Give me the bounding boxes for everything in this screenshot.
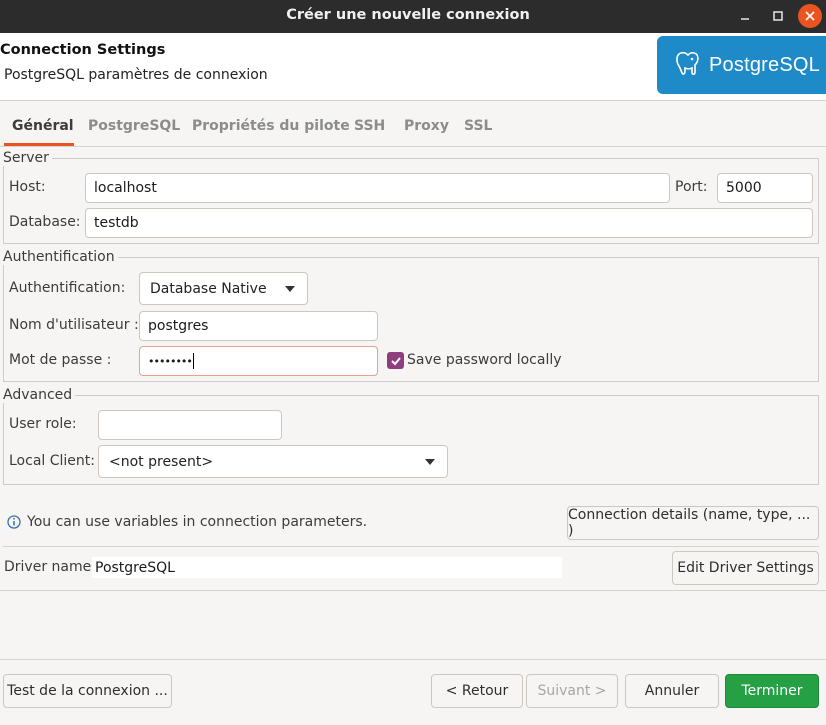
driver-name-field: PostgreSQL <box>92 557 562 578</box>
back-button[interactable]: < Retour <box>431 674 523 708</box>
text-caret <box>192 353 194 369</box>
tab-ssh[interactable]: SSH <box>354 118 385 134</box>
tab-proxy[interactable]: Proxy <box>404 118 449 134</box>
local-client-label: Local Client: <box>9 453 95 469</box>
info-icon <box>7 515 21 533</box>
tab-divider <box>0 146 826 147</box>
logo-text: PostgreSQL <box>709 53 820 76</box>
user-role-input[interactable] <box>98 410 282 440</box>
user-role-label: User role: <box>9 416 77 432</box>
database-label: Database: <box>9 214 81 230</box>
password-input[interactable]: •••••••• <box>139 346 378 376</box>
port-label: Port: <box>675 179 708 195</box>
advanced-group-label: Advanced <box>3 387 76 403</box>
next-button[interactable]: Suivant > <box>526 674 618 708</box>
connection-details-button[interactable]: Connection details (name, type, ... ) <box>567 506 819 540</box>
username-input[interactable]: postgres <box>139 311 378 341</box>
tab-postgresql[interactable]: PostgreSQL <box>88 118 180 134</box>
postgresql-elephant-icon <box>673 48 703 82</box>
password-value: •••••••• <box>148 354 193 368</box>
cancel-button[interactable]: Annuler <box>625 674 719 708</box>
database-input[interactable]: testdb <box>85 208 813 238</box>
close-icon[interactable] <box>798 4 822 28</box>
port-input[interactable]: 5000 <box>717 173 813 203</box>
username-label: Nom d'utilisateur : <box>9 317 139 333</box>
tab-driver-properties[interactable]: Propriétés du pilote <box>192 118 350 134</box>
dropdown-arrow-icon <box>285 285 295 292</box>
postgresql-logo: PostgreSQL <box>657 36 826 94</box>
section-divider <box>3 546 819 547</box>
footer-divider <box>0 659 826 660</box>
header-title: Connection Settings <box>0 42 166 58</box>
save-password-checkbox[interactable] <box>387 352 404 369</box>
maximize-icon[interactable] <box>766 4 790 28</box>
edit-driver-settings-button[interactable]: Edit Driver Settings <box>672 551 819 585</box>
info-text: You can use variables in connection para… <box>27 514 368 530</box>
header-divider <box>0 100 826 101</box>
host-input[interactable]: localhost <box>85 173 670 203</box>
local-client-select[interactable]: <not present> <box>98 445 448 478</box>
save-password-label[interactable]: Save password locally <box>407 352 562 368</box>
tab-general[interactable]: Général <box>12 118 74 134</box>
auth-method-value: Database Native <box>150 280 267 297</box>
tab-ssl[interactable]: SSL <box>464 118 492 134</box>
dialog-header: Connection Settings PostgreSQL paramètre… <box>0 33 826 100</box>
minimize-icon[interactable] <box>733 4 757 28</box>
authentication-group-label: Authentification <box>3 249 118 265</box>
host-label: Host: <box>9 179 46 195</box>
tab-bar: Général PostgreSQL Propriétés du pilote … <box>0 108 826 146</box>
checkmark-icon <box>390 356 401 365</box>
local-client-value: <not present> <box>109 453 214 470</box>
window-title: Créer une nouvelle connexion <box>286 7 530 23</box>
test-connection-button[interactable]: Test de la connexion ... <box>3 674 172 708</box>
dropdown-arrow-icon <box>425 458 435 465</box>
driver-name-label: Driver name: <box>4 559 96 575</box>
finish-button[interactable]: Terminer <box>725 674 819 708</box>
window-titlebar: Créer une nouvelle connexion <box>0 0 826 33</box>
content-bottom-divider <box>0 590 826 591</box>
auth-method-label: Authentification: <box>9 280 126 296</box>
server-group-label: Server <box>3 150 52 166</box>
header-subtitle: PostgreSQL paramètres de connexion <box>4 67 268 83</box>
auth-method-select[interactable]: Database Native <box>139 272 308 305</box>
password-label: Mot de passe : <box>9 352 112 368</box>
